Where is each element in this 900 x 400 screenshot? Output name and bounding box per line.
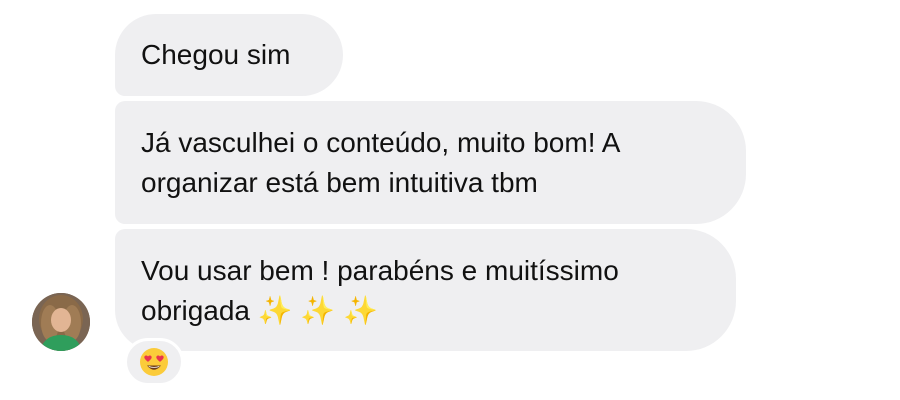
message-bubble[interactable]: Já vasculhei o conteúdo, muito bom! A or… xyxy=(115,101,746,224)
message-bubble[interactable]: Vou usar bem ! parabéns e muitíssimo obr… xyxy=(115,229,736,351)
contact-avatar[interactable] xyxy=(32,293,90,351)
reaction-badge[interactable] xyxy=(124,338,184,386)
heart-eyes-emoji-icon xyxy=(140,348,168,376)
avatar-image xyxy=(32,293,90,351)
chat-thread: Chegou sim Já vasculhei o conteúdo, muit… xyxy=(0,0,900,400)
message-bubble[interactable]: Chegou sim xyxy=(115,14,343,96)
